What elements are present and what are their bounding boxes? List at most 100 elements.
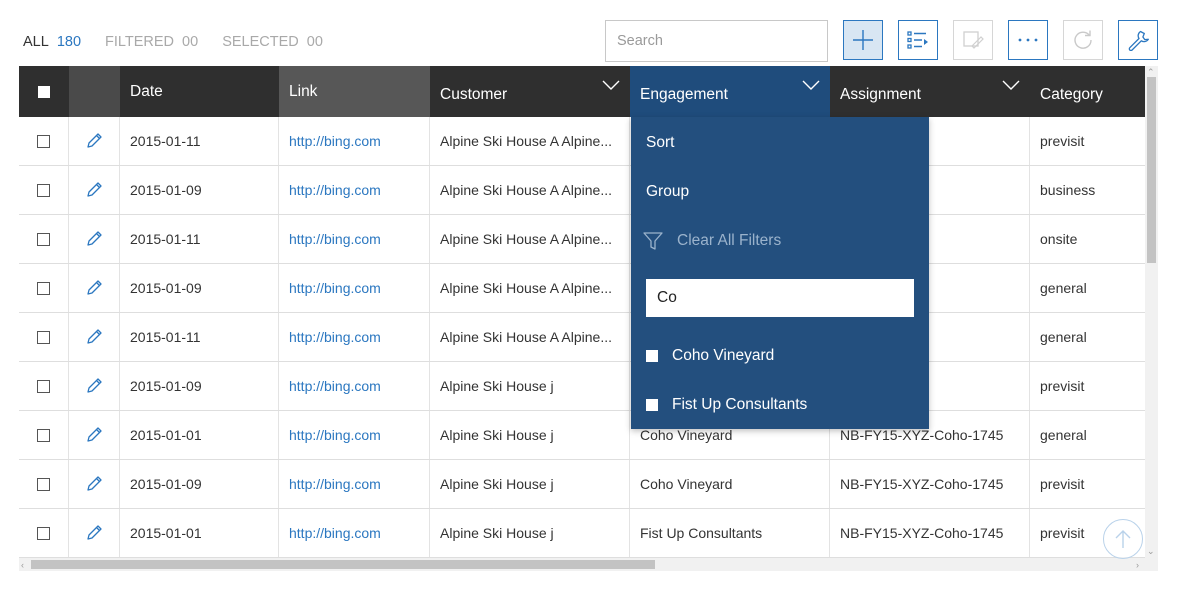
scroll-right-arrow-icon[interactable]: ›: [1136, 560, 1139, 570]
table-row[interactable]: 2015-01-09 http://bing.com Alpine Ski Ho…: [19, 362, 1145, 411]
table-row[interactable]: 2015-01-09 http://bing.com Alpine Ski Ho…: [19, 166, 1145, 215]
header-date-label: Date: [130, 83, 163, 100]
select-all-checkbox[interactable]: [19, 66, 69, 117]
table-row[interactable]: 2015-01-11 http://bing.com Alpine Ski Ho…: [19, 313, 1145, 362]
chevron-down-icon[interactable]: [802, 80, 820, 91]
table-row[interactable]: 2015-01-09 http://bing.com Alpine Ski Ho…: [19, 264, 1145, 313]
row-edit-button[interactable]: [69, 313, 120, 361]
scroll-down-arrow-icon[interactable]: ⌄: [1147, 546, 1155, 556]
scroll-up-arrow-icon[interactable]: ⌃: [1147, 67, 1155, 77]
row-select-checkbox[interactable]: [19, 166, 69, 214]
filter-option-fist-up-consultants[interactable]: Fist Up Consultants: [646, 396, 807, 414]
checkbox-box[interactable]: [646, 350, 658, 362]
cell-customer: Alpine Ski House j: [430, 509, 630, 557]
count-filtered-label: FILTERED: [105, 34, 175, 50]
filter-option-coho-vineyard[interactable]: Coho Vineyard: [646, 347, 774, 365]
table-row[interactable]: 2015-01-11 http://bing.com Alpine Ski Ho…: [19, 215, 1145, 264]
checkbox-box: [37, 428, 50, 442]
row-edit-button[interactable]: [69, 362, 120, 410]
cell-customer: Alpine Ski House A Alpine...: [430, 166, 630, 214]
cell-customer: Alpine Ski House A Alpine...: [430, 215, 630, 263]
cell-customer: Alpine Ski House j: [430, 411, 630, 459]
checkbox-box: [37, 281, 50, 295]
row-select-checkbox[interactable]: [19, 509, 69, 557]
cell-date: 2015-01-11: [120, 215, 279, 263]
row-edit-button[interactable]: [69, 411, 120, 459]
chevron-down-icon[interactable]: [1002, 80, 1020, 91]
pencil-icon: [87, 182, 102, 197]
cell-date: 2015-01-01: [120, 509, 279, 557]
cell-link[interactable]: http://bing.com: [279, 166, 430, 214]
settings-button[interactable]: [1118, 20, 1158, 60]
row-edit-button[interactable]: [69, 117, 120, 165]
cell-link[interactable]: http://bing.com: [279, 460, 430, 508]
header-assignment[interactable]: Assignment: [830, 66, 1030, 117]
add-button[interactable]: [843, 20, 883, 60]
count-selected[interactable]: SELECTED 00: [222, 34, 323, 50]
header-category[interactable]: Category: [1030, 66, 1145, 117]
row-select-checkbox[interactable]: [19, 313, 69, 361]
cell-date: 2015-01-11: [120, 117, 279, 165]
count-filtered[interactable]: FILTERED 00: [105, 34, 198, 50]
edit-document-button[interactable]: [953, 20, 993, 60]
count-all[interactable]: ALL 180: [23, 34, 81, 50]
header-date[interactable]: Date: [120, 66, 279, 117]
menu-clear-all-filters[interactable]: Clear All Filters: [643, 231, 781, 251]
cell-link[interactable]: http://bing.com: [279, 117, 430, 165]
pencil-icon: [87, 231, 102, 246]
count-filtered-value: 00: [182, 34, 199, 50]
cell-category: previsit: [1040, 133, 1085, 149]
row-edit-button[interactable]: [69, 460, 120, 508]
menu-sort[interactable]: Sort: [646, 134, 674, 152]
checkbox-box[interactable]: [646, 399, 658, 411]
filter-option-label: Fist Up Consultants: [672, 396, 808, 413]
horizontal-scroll-thumb[interactable]: [31, 560, 655, 569]
more-options-button[interactable]: [1008, 20, 1048, 60]
filter-option-label: Coho Vineyard: [672, 347, 775, 364]
row-select-checkbox[interactable]: [19, 411, 69, 459]
row-edit-button[interactable]: [69, 264, 120, 312]
header-link[interactable]: Link: [279, 66, 430, 117]
header-engagement[interactable]: Engagement: [630, 66, 830, 117]
pencil-icon: [87, 378, 102, 393]
table-row[interactable]: 2015-01-11 http://bing.com Alpine Ski Ho…: [19, 117, 1145, 166]
cell-link[interactable]: http://bing.com: [279, 215, 430, 263]
row-select-checkbox[interactable]: [19, 460, 69, 508]
record-counts: ALL 180 FILTERED 00 SELECTED 00: [23, 34, 323, 50]
checkbox-box: [38, 85, 50, 98]
cell-link[interactable]: http://bing.com: [279, 264, 430, 312]
chevron-down-icon[interactable]: [602, 80, 620, 91]
cell-link[interactable]: http://bing.com: [279, 411, 430, 459]
cell-engagement: Fist Up Consultants: [630, 509, 830, 557]
table-row[interactable]: 2015-01-01 http://bing.com Alpine Ski Ho…: [19, 509, 1145, 558]
cell-link[interactable]: http://bing.com: [279, 362, 430, 410]
scroll-to-top-button[interactable]: [1103, 519, 1143, 559]
menu-group[interactable]: Group: [646, 183, 689, 201]
table-row[interactable]: 2015-01-01 http://bing.com Alpine Ski Ho…: [19, 411, 1145, 460]
header-customer[interactable]: Customer: [430, 66, 630, 117]
row-edit-button[interactable]: [69, 166, 120, 214]
table-row[interactable]: 2015-01-09 http://bing.com Alpine Ski Ho…: [19, 460, 1145, 509]
row-edit-button[interactable]: [69, 509, 120, 557]
row-select-checkbox[interactable]: [19, 215, 69, 263]
row-select-checkbox[interactable]: [19, 362, 69, 410]
cell-category: business: [1040, 182, 1096, 198]
pencil-icon: [87, 525, 102, 540]
vertical-scroll-thumb[interactable]: [1147, 77, 1156, 263]
search-input[interactable]: [605, 20, 828, 62]
row-select-checkbox[interactable]: [19, 117, 69, 165]
cell-link[interactable]: http://bing.com: [279, 509, 430, 557]
cell-customer: Alpine Ski House A Alpine...: [430, 117, 630, 165]
filter-search-input[interactable]: [646, 279, 914, 317]
row-edit-button[interactable]: [69, 215, 120, 263]
cell-date: 2015-01-09: [120, 166, 279, 214]
checkbox-box: [37, 526, 50, 540]
refresh-button[interactable]: [1063, 20, 1103, 60]
column-chooser-button[interactable]: [898, 20, 938, 60]
scroll-left-arrow-icon[interactable]: ‹: [21, 560, 24, 570]
pencil-icon: [87, 329, 102, 344]
cell-assignment: NB-FY15-XYZ-Coho-1745: [830, 509, 1030, 557]
row-select-checkbox[interactable]: [19, 264, 69, 312]
cell-link[interactable]: http://bing.com: [279, 313, 430, 361]
count-selected-label: SELECTED: [222, 34, 299, 50]
